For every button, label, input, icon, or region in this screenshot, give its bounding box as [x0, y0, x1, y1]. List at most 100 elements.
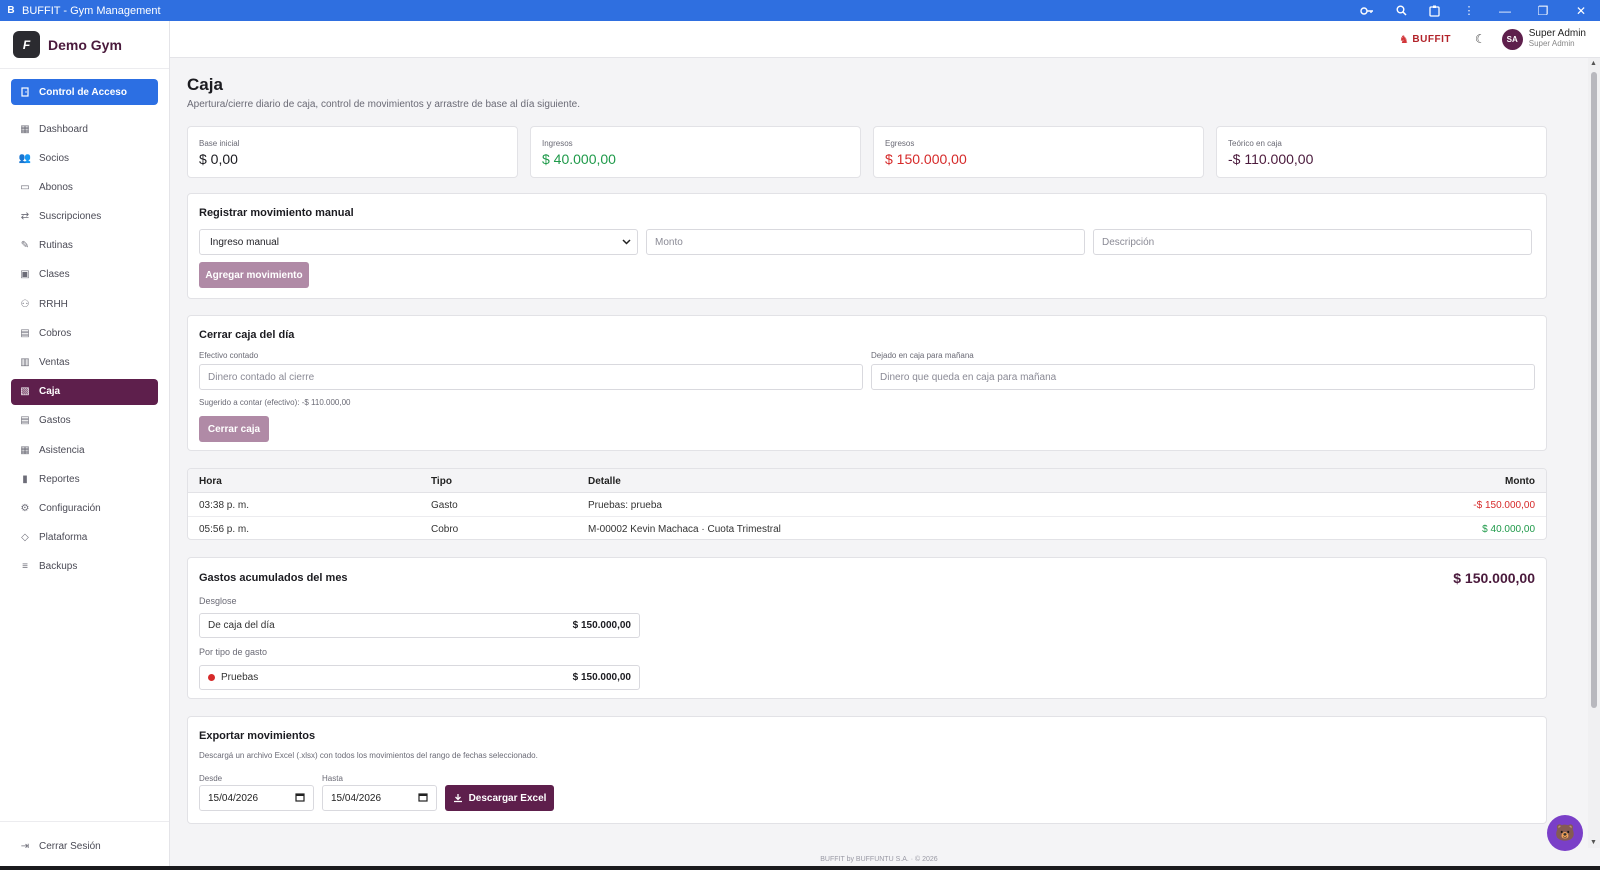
download-icon — [453, 793, 463, 803]
minimize-button[interactable]: — — [1486, 0, 1524, 21]
cell-tipo: Cobro — [431, 524, 459, 535]
table-header: Hora Tipo Detalle Monto — [188, 469, 1546, 493]
sidebar-item-asistencia[interactable]: ▦ Asistencia — [11, 437, 158, 463]
key-icon[interactable] — [1350, 0, 1384, 21]
from-date-input[interactable]: 15/04/2026 — [199, 785, 314, 811]
brand[interactable]: F Demo Gym — [0, 21, 169, 69]
sidebar-item-clases[interactable]: ▣ Clases — [11, 262, 158, 288]
cell-hora: 03:38 p. m. — [199, 500, 250, 511]
logout-icon: ⇥ — [20, 840, 30, 852]
close-box-button[interactable]: Cerrar caja — [199, 416, 269, 442]
sidebar-item-gastos[interactable]: ▤ Gastos — [11, 408, 158, 434]
sidebar-item-rrhh[interactable]: ⚇ RRHH — [11, 291, 158, 317]
sidebar-item-label: Caja — [39, 386, 61, 398]
export-description: Descargá un archivo Excel (.xlsx) con to… — [199, 751, 538, 760]
expense-icon: ▤ — [20, 415, 30, 427]
brand-logo-icon: F — [13, 31, 40, 58]
logout-button[interactable]: ⇥ Cerrar Sesión — [0, 821, 169, 870]
sidebar-item-dashboard[interactable]: ▦ Dashboard — [11, 116, 158, 142]
to-date-value: 15/04/2026 — [331, 792, 382, 804]
sidebar-items: ▦ Dashboard 👥 Socios ▭ Abonos ⇄ Suscripciones ✎ R… — [11, 116, 158, 580]
sidebar-item-caja[interactable]: ▧ Caja — [11, 378, 158, 405]
movement-type-select[interactable]: Ingreso manual — [199, 229, 638, 255]
sidebar-item-ventas[interactable]: ▥ Ventas — [11, 350, 158, 376]
cell-hora: 05:56 p. m. — [199, 524, 250, 535]
cell-monto: -$ 150.000,00 — [1473, 500, 1535, 511]
window-titlebar: B BUFFIT - Gym Management ⋮ — ❐ ✕ — [0, 0, 1600, 21]
column-header-detalle: Detalle — [588, 476, 621, 487]
calendar-icon[interactable] — [418, 792, 428, 805]
scrollbar-thumb[interactable] — [1591, 72, 1597, 708]
add-movement-button[interactable]: Agregar movimiento — [199, 262, 309, 288]
card-icon: ▭ — [20, 181, 30, 193]
sidebar-item-abonos[interactable]: ▭ Abonos — [11, 174, 158, 200]
logout-label: Cerrar Sesión — [39, 840, 101, 852]
download-excel-label: Descargar Excel — [468, 792, 547, 804]
page-scrollbar[interactable]: ▲ ▼ — [1588, 58, 1600, 848]
clipboard-icon: ▤ — [20, 327, 30, 339]
section-title: Cerrar caja del día — [199, 329, 295, 341]
amount-input[interactable]: Monto — [646, 229, 1085, 255]
monthly-expenses-card: Gastos acumulados del mes $ 150.000,00 D… — [187, 557, 1547, 699]
scroll-down-icon[interactable]: ▼ — [1590, 839, 1597, 846]
sidebar-item-label: Cobros — [39, 327, 72, 339]
stat-value: $ 40.000,00 — [542, 151, 616, 167]
stat-label: Base inicial — [199, 139, 240, 148]
sidebar-item-suscripciones[interactable]: ⇄ Suscripciones — [11, 204, 158, 230]
sidebar: F Demo Gym Control de Acceso ▦ Dashboard 👥… — [0, 21, 170, 870]
scroll-up-icon[interactable]: ▲ — [1590, 60, 1597, 67]
close-button[interactable]: ✕ — [1562, 0, 1600, 21]
sidebar-item-label: Dashboard — [39, 123, 88, 135]
expense-type-color-dot — [208, 674, 215, 681]
repeat-icon: ⇄ — [20, 211, 30, 223]
user-role: Super Admin — [1528, 39, 1575, 48]
chevron-down-icon — [622, 237, 631, 248]
section-title: Gastos acumulados del mes — [199, 572, 348, 584]
receipt-icon: ▥ — [20, 357, 30, 368]
avatar[interactable]: SA — [1501, 28, 1523, 50]
sidebar-item-label: Abonos — [39, 181, 73, 193]
stat-value: $ 0,00 — [199, 151, 238, 167]
breakdown-item-value: $ 150.000,00 — [572, 620, 631, 631]
cell-detalle: M-00002 Kevin Machaca · Cuota Trimestral — [588, 524, 781, 535]
extensions-icon[interactable] — [1418, 0, 1452, 21]
sidebar-item-reportes[interactable]: ▮ Reportes — [11, 466, 158, 492]
stat-value: -$ 110.000,00 — [1228, 151, 1314, 167]
export-card: Exportar movimientos Descargá un archivo… — [187, 716, 1547, 824]
counted-cash-input[interactable]: Dinero contado al cierre — [199, 364, 863, 390]
user-name: Super Admin — [1528, 28, 1586, 39]
user-info[interactable]: Super Admin Super Admin — [1529, 29, 1586, 49]
sidebar-item-label: Rutinas — [39, 240, 73, 252]
to-date-input[interactable]: 15/04/2026 — [322, 785, 437, 811]
restore-button[interactable]: ❐ — [1524, 0, 1562, 21]
database-icon: ≡ — [22, 561, 28, 573]
assistant-mascot-icon[interactable]: 🐻 — [1547, 815, 1583, 851]
movements-table: Hora Tipo Detalle Monto 03:38 p. m. Gast… — [187, 468, 1547, 540]
expense-type-label: Pruebas — [221, 672, 259, 683]
zoom-icon[interactable] — [1384, 0, 1418, 21]
sidebar-item-label: Reportes — [39, 473, 80, 485]
sidebar-item-backups[interactable]: ≡ Backups — [11, 554, 158, 580]
sidebar-item-socios[interactable]: 👥 Socios — [11, 145, 158, 171]
expense-type-value: $ 150.000,00 — [572, 672, 631, 683]
section-title: Registrar movimiento manual — [199, 207, 354, 219]
page-title: Caja — [187, 75, 223, 94]
download-excel-button[interactable]: Descargar Excel — [445, 785, 554, 811]
sidebar-item-configuracion[interactable]: ⚙ Configuración — [11, 495, 158, 521]
sidebar-item-rutinas[interactable]: ✎ Rutinas — [11, 233, 158, 259]
shield-icon: ◇ — [21, 532, 29, 544]
stat-card-theoretical: Teórico en caja -$ 110.000,00 — [1216, 126, 1547, 178]
dark-mode-toggle-icon[interactable]: ☾ — [1475, 32, 1486, 46]
left-in-box-input[interactable]: Dinero que queda en caja para mañana — [871, 364, 1535, 390]
description-input[interactable]: Descripción — [1093, 229, 1532, 255]
sidebar-item-plataforma[interactable]: ◇ Plataforma — [11, 525, 158, 551]
more-icon[interactable]: ⋮ — [1452, 0, 1486, 21]
expenses-total: $ 150.000,00 — [1453, 570, 1535, 586]
dumbbell-icon: ✎ — [20, 240, 30, 252]
sidebar-item-label: Configuración — [39, 502, 101, 514]
sidebar-item-control-de-acceso[interactable]: Control de Acceso — [11, 79, 158, 105]
calendar-icon[interactable] — [295, 792, 305, 805]
expense-type-item: Pruebas $ 150.000,00 — [199, 665, 640, 690]
stat-card-expense: Egresos $ 150.000,00 — [873, 126, 1204, 178]
sidebar-item-cobros[interactable]: ▤ Cobros — [11, 320, 158, 346]
